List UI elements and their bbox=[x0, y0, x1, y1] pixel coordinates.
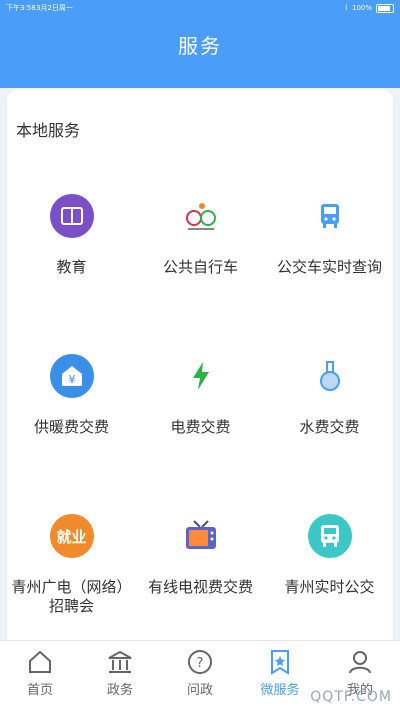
tab-label: 微服务 bbox=[260, 683, 300, 698]
jobs-icon: 就业 bbox=[49, 514, 94, 558]
services-card: 本地服务 教育 公共自行车 公交车实时查询 ¥ 供暖费交费 电费交费 水费交费 … bbox=[7, 90, 393, 650]
service-heating-fee[interactable]: ¥ 供暖费交费 bbox=[7, 320, 136, 480]
tab-government[interactable]: 政务 bbox=[80, 649, 160, 698]
tab-label: 政务 bbox=[106, 683, 133, 698]
service-public-bicycle[interactable]: 公共自行车 bbox=[136, 160, 265, 320]
service-label: 有线电视费交费 bbox=[147, 578, 253, 596]
service-education[interactable]: 教育 bbox=[7, 160, 136, 320]
tab-home[interactable]: 首页 bbox=[0, 649, 80, 698]
service-water-fee[interactable]: 水费交费 bbox=[265, 320, 393, 480]
realtime-bus-icon bbox=[307, 514, 352, 558]
battery-icon bbox=[376, 3, 394, 13]
government-icon bbox=[107, 649, 133, 675]
svg-text:¥: ¥ bbox=[68, 373, 75, 386]
battery-text: 100% bbox=[351, 4, 372, 12]
service-label: 青州实时公交 bbox=[284, 578, 375, 596]
bus-icon bbox=[308, 194, 352, 238]
service-job-fair[interactable]: 就业 青州广电（网络）招聘会 bbox=[7, 480, 136, 640]
bottom-tab-bar: 首页 政务 ? 问政 微服务 我的 QQTF.COM bbox=[0, 640, 400, 711]
service-label: 电费交费 bbox=[170, 418, 231, 436]
status-right: ⌇ 100% bbox=[345, 0, 394, 16]
status-date: 3月2日周一 bbox=[36, 4, 73, 12]
service-label: 水费交费 bbox=[299, 418, 360, 436]
heating-yuan-icon: ¥ bbox=[49, 354, 94, 398]
question-icon: ? bbox=[187, 649, 213, 675]
service-label: 供暖费交费 bbox=[33, 418, 109, 436]
tv-icon bbox=[179, 514, 223, 558]
service-label: 青州广电（网络）招聘会 bbox=[11, 578, 132, 615]
status-time: 下午3:58 bbox=[6, 4, 36, 12]
page-title: 服务 bbox=[178, 34, 222, 58]
service-label: 教育 bbox=[56, 258, 87, 276]
tab-micro-service[interactable]: 微服务 bbox=[240, 649, 320, 698]
book-icon bbox=[49, 194, 94, 238]
service-label: 公交车实时查询 bbox=[276, 258, 382, 276]
user-icon bbox=[347, 649, 373, 675]
tab-inquiry[interactable]: ? 问政 bbox=[160, 649, 240, 698]
bookmark-star-icon bbox=[267, 649, 293, 675]
header: 下午3:58 3月2日周一 ⌇ 100% 服务 bbox=[0, 0, 400, 88]
watermark: QQTF.COM bbox=[310, 689, 392, 705]
tab-label: 首页 bbox=[26, 683, 53, 698]
jobs-badge: 就业 bbox=[56, 527, 87, 546]
flask-icon bbox=[308, 354, 352, 398]
bicycle-logo-icon bbox=[178, 194, 223, 238]
status-bar: 下午3:58 3月2日周一 ⌇ 100% bbox=[0, 0, 400, 16]
home-icon bbox=[27, 649, 53, 675]
tab-label: 问政 bbox=[186, 683, 213, 698]
section-title: 本地服务 bbox=[16, 121, 81, 140]
wifi-icon: ⌇ bbox=[344, 4, 348, 12]
service-qingzhou-realtime-bus[interactable]: 青州实时公交 bbox=[265, 480, 393, 640]
service-label: 公共自行车 bbox=[162, 258, 238, 276]
service-cable-tv-fee[interactable]: 有线电视费交费 bbox=[136, 480, 265, 640]
service-electricity-fee[interactable]: 电费交费 bbox=[136, 320, 265, 480]
lightning-icon bbox=[179, 354, 223, 398]
service-bus-realtime-query[interactable]: 公交车实时查询 bbox=[265, 160, 393, 320]
svg-text:?: ? bbox=[197, 656, 204, 671]
